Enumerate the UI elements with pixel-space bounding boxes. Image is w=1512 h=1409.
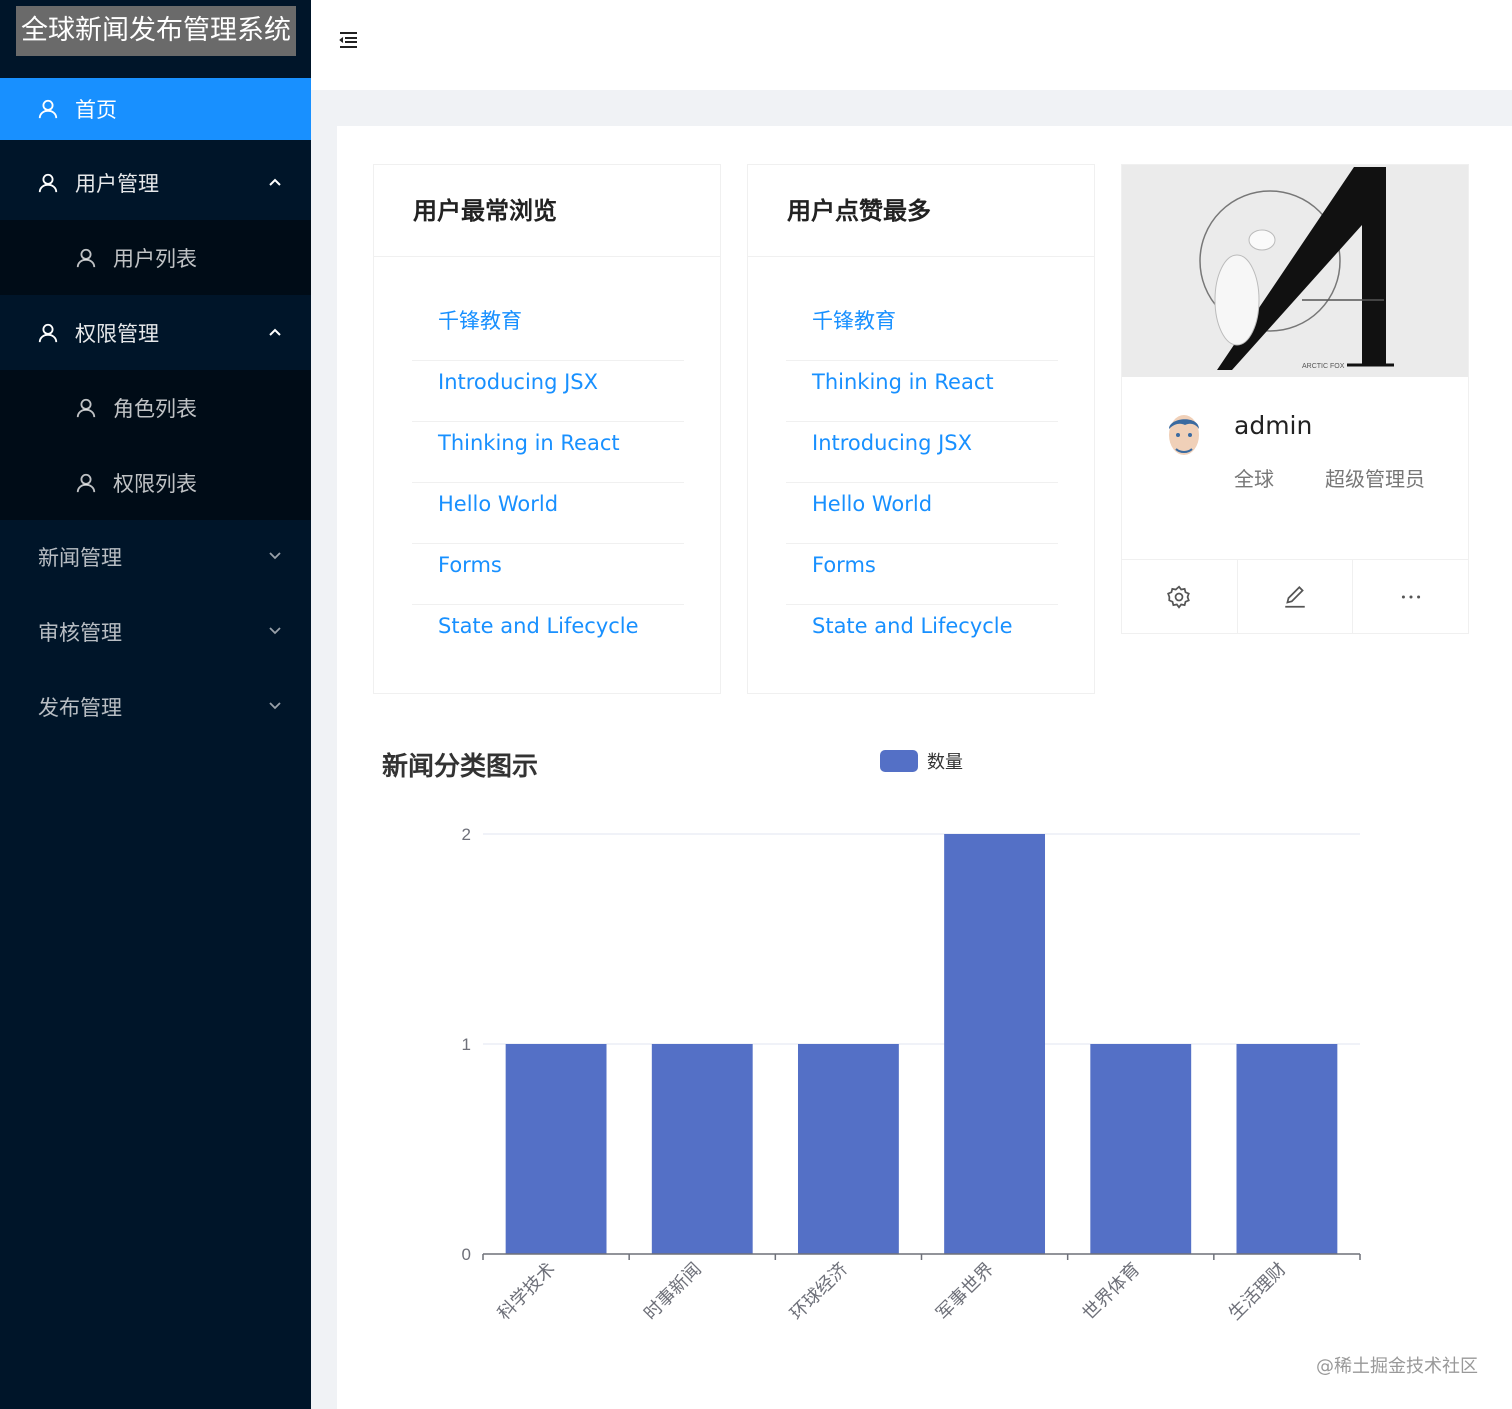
news-category-bar-chart: 0 1 2 科学技术 时事新闻 环球经济 军事世界 世界体育 生活理财: [462, 825, 1361, 1325]
list-item[interactable]: Introducing JSX: [412, 361, 684, 422]
sidebar-item-role-list[interactable]: 角色列表: [0, 370, 311, 445]
sidebar-item-permission-management[interactable]: 权限管理: [0, 302, 311, 364]
card-title: 用户最常浏览: [374, 165, 720, 257]
sidebar-item-label: 权限管理: [75, 322, 159, 346]
list-item[interactable]: Thinking in React: [412, 422, 684, 483]
main-content: 用户最常浏览 千锋教育 Introducing JSX Thinking in …: [337, 126, 1512, 1409]
most-liked-list: 千锋教育 Thinking in React Introducing JSX H…: [786, 300, 1058, 666]
list-item[interactable]: State and Lifecycle: [412, 605, 684, 666]
bar: [1236, 1044, 1338, 1254]
user-icon: [38, 99, 58, 119]
sidebar-item-user-list[interactable]: 用户列表: [0, 220, 311, 295]
profile-username: admin: [1234, 411, 1313, 440]
x-tick-label: 环球经济: [786, 1259, 852, 1325]
chevron-up-icon: [269, 328, 281, 336]
sidebar-item-label: 新闻管理: [38, 546, 122, 570]
menu-fold-icon[interactable]: [335, 27, 361, 53]
chevron-down-icon: [269, 552, 281, 560]
app-logo-title: 全球新闻发布管理系统: [16, 6, 296, 56]
user-icon: [38, 323, 58, 343]
profile-region: 全球: [1234, 467, 1274, 491]
most-liked-card: 用户点赞最多 千锋教育 Thinking in React Introducin…: [747, 164, 1095, 694]
list-item[interactable]: Thinking in React: [786, 361, 1058, 422]
most-viewed-list: 千锋教育 Introducing JSX Thinking in React H…: [412, 300, 684, 666]
bar: [651, 1044, 753, 1254]
bar: [505, 1044, 607, 1254]
sidebar-item-permission-list[interactable]: 权限列表: [0, 445, 311, 520]
profile-card: ARCTIC FOX admin 全球 超级管理员: [1121, 164, 1469, 634]
gear-icon: [1167, 584, 1191, 609]
chart-title: 新闻分类图示: [382, 752, 539, 782]
sidebar-item-label: 审核管理: [38, 621, 122, 645]
sidebar-item-label: 角色列表: [113, 396, 197, 421]
sidebar-item-publish-management[interactable]: 发布管理: [0, 676, 311, 738]
list-item[interactable]: Forms: [786, 544, 1058, 605]
profile-role: 超级管理员: [1325, 467, 1425, 491]
sidebar: 全球新闻发布管理系统 首页 用户管理 用户列表 权限管理 角色列表 权限列表 新…: [0, 0, 311, 1409]
more-button[interactable]: [1352, 560, 1468, 633]
user-icon: [76, 473, 96, 492]
ellipsis-icon: [1401, 594, 1420, 599]
top-header: [311, 0, 1512, 90]
sidebar-item-home[interactable]: 首页: [0, 78, 311, 140]
settings-button[interactable]: [1122, 560, 1237, 633]
sidebar-item-label: 权限列表: [113, 471, 197, 496]
legend-swatch: [880, 750, 918, 772]
edit-icon: [1285, 585, 1305, 608]
user-icon: [38, 173, 58, 193]
cover-caption: ARCTIC FOX: [1302, 363, 1345, 370]
most-viewed-card: 用户最常浏览 千锋教育 Introducing JSX Thinking in …: [373, 164, 721, 694]
list-item[interactable]: Forms: [412, 544, 684, 605]
sidebar-item-news-management[interactable]: 新闻管理: [0, 526, 311, 588]
edit-button[interactable]: [1236, 560, 1353, 633]
bar: [1090, 1044, 1192, 1254]
y-tick-label: 0: [462, 1245, 471, 1264]
user-icon: [76, 398, 96, 417]
x-tick-label: 世界体育: [1079, 1259, 1145, 1325]
chart-legend[interactable]: 数量: [880, 748, 963, 774]
list-item[interactable]: Hello World: [412, 483, 684, 544]
x-tick-label: 生活理财: [1225, 1259, 1291, 1325]
user-icon: [76, 248, 96, 267]
x-tick-label: 科学技术: [494, 1259, 560, 1325]
y-tick-label: 2: [462, 825, 471, 844]
x-tick-label: 军事世界: [932, 1259, 998, 1325]
avatar: [1164, 411, 1204, 459]
chevron-down-icon: [269, 702, 281, 710]
sidebar-item-label: 用户列表: [113, 246, 197, 271]
sidebar-item-user-management[interactable]: 用户管理: [0, 152, 311, 214]
arctic-fox-illustration: ARCTIC FOX: [1122, 165, 1468, 377]
watermark: @稀土掘金技术社区: [1316, 1356, 1478, 1377]
bar: [797, 1044, 899, 1254]
legend-label: 数量: [927, 752, 963, 773]
sidebar-item-label: 用户管理: [75, 172, 159, 196]
sidebar-item-audit-management[interactable]: 审核管理: [0, 601, 311, 663]
list-item[interactable]: 千锋教育: [412, 300, 684, 361]
sidebar-item-label: 首页: [75, 98, 117, 122]
profile-actions: [1122, 559, 1468, 633]
bar: [944, 834, 1046, 1254]
x-tick-label: 时事新闻: [640, 1259, 706, 1325]
list-item[interactable]: Introducing JSX: [786, 422, 1058, 483]
profile-cover-image: ARCTIC FOX: [1122, 165, 1468, 377]
y-tick-label: 1: [462, 1035, 471, 1054]
sidebar-item-label: 发布管理: [38, 696, 122, 720]
list-item[interactable]: 千锋教育: [786, 300, 1058, 361]
list-item[interactable]: Hello World: [786, 483, 1058, 544]
chevron-down-icon: [269, 627, 281, 635]
card-title: 用户点赞最多: [748, 165, 1094, 257]
chevron-up-icon: [269, 178, 281, 186]
list-item[interactable]: State and Lifecycle: [786, 605, 1058, 666]
